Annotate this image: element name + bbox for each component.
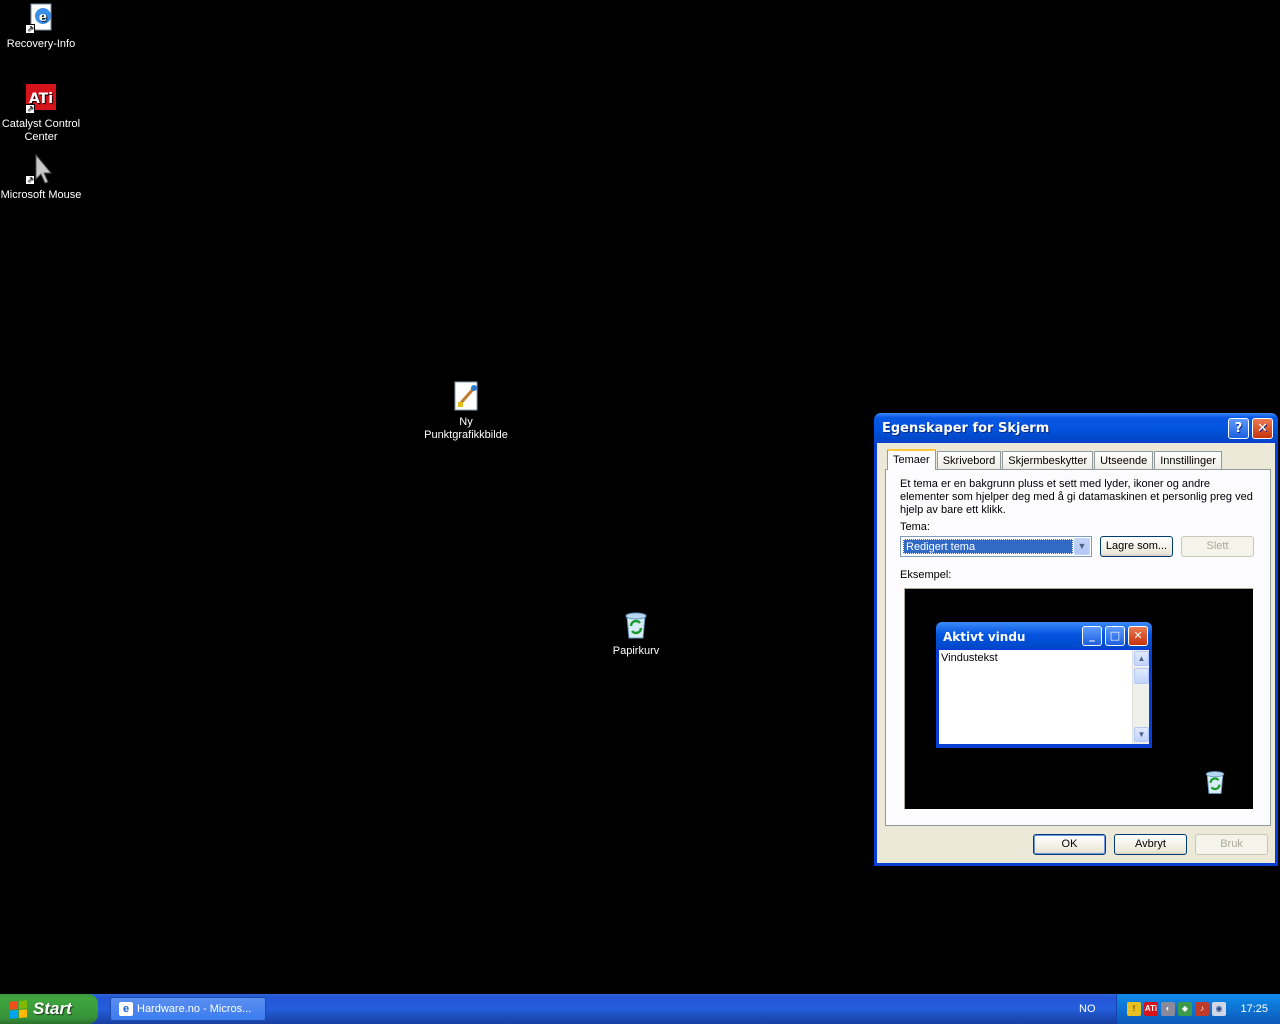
chevron-down-icon[interactable]: ▼ [1074,538,1090,555]
network-icon[interactable]: ◆ [1178,1002,1192,1016]
desktop-icon-catalyst-control-center[interactable]: ATi ↗ Catalyst Control Center [0,82,86,144]
scroll-up-icon: ▲ [1134,651,1149,666]
scroll-down-icon: ▼ [1134,727,1149,742]
example-label: Eksempel: [900,569,952,581]
scroll-thumb [1134,668,1149,684]
mouse-pointer-icon: ↗ [25,153,57,185]
tab-temaer[interactable]: Temaer [887,449,936,470]
desktop-icon-microsoft-mouse[interactable]: ↗ Microsoft Mouse [0,153,86,202]
tab-skrivebord[interactable]: Skrivebord [936,451,1002,470]
start-button[interactable]: Start [0,994,98,1024]
preview-window-body: Vindustekst ▲ ▼ [939,650,1149,744]
preview-window-text: Vindustekst [941,652,998,664]
apply-button[interactable]: Bruk [1195,834,1268,855]
desktop-icon-papirkurv[interactable]: Papirkurv [591,609,681,658]
delete-button[interactable]: Slett [1181,536,1254,557]
preview-recycle-bin-icon [1201,767,1229,800]
desktop-icon-label: Papirkurv [612,645,660,657]
theme-preview: Aktivt vindu _ □ ✕ Vindustekst ▲ ▼ [904,588,1254,810]
minimize-icon: _ [1082,626,1102,646]
security-shield-icon[interactable]: ! [1127,1002,1141,1016]
theme-label: Tema: [900,521,930,533]
question-mark-icon: ? [1234,421,1243,436]
preview-window-title-text: Aktivt vindu [943,630,1026,644]
update-icon[interactable]: ◉ [1212,1002,1226,1016]
desktop-icon-label: Microsoft Mouse [0,189,82,201]
ati-icon: ATi ↗ [25,82,57,114]
desktop-icon-recovery-info[interactable]: e ↗ Recovery-Info [0,2,86,51]
volume-icon[interactable]: ♪ [1195,1002,1209,1016]
desktop-icon-label: Ny Punktgrafikkbilde [424,416,508,441]
dialog-titlebar[interactable]: Egenskaper for Skjerm ? ✕ [874,413,1278,443]
taskbar-button-hardware-no[interactable]: e Hardware.no - Micros... [110,997,266,1021]
windows-logo-icon [10,1000,27,1019]
tab-skjermbeskytter[interactable]: Skjermbeskytter [1002,451,1094,470]
taskbar-button-label: Hardware.no - Micros... [137,1003,252,1015]
dialog-title: Egenskaper for Skjerm [882,421,1050,436]
svg-text:e: e [39,10,47,25]
bitmap-image-icon [450,380,482,412]
preview-window-title: Aktivt vindu _ □ ✕ [936,622,1152,648]
close-icon: ✕ [1128,626,1148,646]
clock[interactable]: 17:25 [1240,1003,1268,1015]
preview-scrollbar: ▲ ▼ [1132,650,1149,744]
tab-innstillinger[interactable]: Innstillinger [1154,451,1222,470]
themes-description: Et tema er en bakgrunn pluss et sett med… [900,478,1253,516]
tab-utseende[interactable]: Utseende [1094,451,1154,470]
ati-tray-icon[interactable]: ATi [1144,1002,1158,1016]
taskbar: Start e Hardware.no - Micros... NO ! ATi… [0,994,1280,1024]
start-label: Start [33,999,72,1018]
shortcut-arrow-icon: ↗ [25,175,35,185]
shortcut-arrow-icon: ↗ [25,104,35,114]
help-button[interactable]: ? [1228,418,1249,439]
sound-icon[interactable]: ◐ [1161,1002,1175,1016]
shortcut-arrow-icon: ↗ [25,24,35,34]
preview-active-window: Aktivt vindu _ □ ✕ Vindustekst ▲ ▼ [936,622,1152,748]
themes-tab-panel: Et tema er en bakgrunn pluss et sett med… [885,469,1271,826]
tab-strip: Temaer Skrivebord Skjermbeskytter Utseen… [887,449,1223,470]
recycle-bin-icon [620,609,652,641]
desktop-icon-label: Catalyst Control Center [1,118,81,143]
save-as-button[interactable]: Lagre som... [1100,536,1173,557]
ok-button[interactable]: OK [1033,834,1106,855]
internet-shortcut-icon: e ↗ [25,2,57,34]
cancel-button[interactable]: Avbryt [1114,834,1187,855]
language-indicator[interactable]: NO [1079,1003,1096,1015]
display-properties-dialog: Egenskaper for Skjerm ? ✕ Temaer Skriveb… [874,413,1278,866]
theme-select-value: Redigert tema [903,539,1073,554]
maximize-icon: □ [1105,626,1125,646]
theme-select[interactable]: Redigert tema ▼ [900,536,1092,557]
desktop-icon-label: Recovery-Info [6,38,76,50]
desktop-icon-ny-punktgrafikkbilde[interactable]: Ny Punktgrafikkbilde [421,380,511,442]
internet-explorer-icon: e [119,1002,133,1016]
system-tray: ! ATi ◐ ◆ ♪ ◉ 17:25 [1116,994,1280,1024]
close-icon: ✕ [1257,421,1268,436]
close-button[interactable]: ✕ [1252,418,1273,439]
